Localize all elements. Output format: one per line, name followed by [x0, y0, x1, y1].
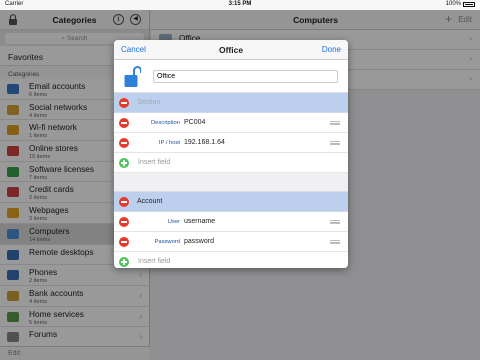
- delete-icon[interactable]: [119, 138, 129, 148]
- delete-icon[interactable]: [119, 98, 129, 108]
- insert-field-label: Insert field: [138, 159, 171, 166]
- delete-icon[interactable]: [119, 197, 129, 207]
- battery-icon: [463, 1, 475, 7]
- field-value[interactable]: 192.168.1.64: [184, 139, 225, 146]
- battery-status: 100%: [446, 1, 475, 7]
- entry-title-input[interactable]: [153, 70, 338, 83]
- add-field-icon[interactable]: [119, 158, 129, 168]
- field-row[interactable]: Description PC004: [114, 113, 348, 133]
- field-label: User: [167, 219, 180, 225]
- add-field-icon[interactable]: [119, 257, 129, 267]
- field-label: Description: [151, 120, 180, 126]
- reorder-handle-icon[interactable]: [330, 220, 340, 224]
- section-gap: [114, 173, 348, 192]
- reorder-handle-icon[interactable]: [330, 141, 340, 145]
- field-row[interactable]: IP / host 192.168.1.64: [114, 133, 348, 153]
- section-row[interactable]: Account: [114, 192, 348, 212]
- delete-icon[interactable]: [119, 217, 129, 227]
- done-button[interactable]: Done: [322, 45, 341, 54]
- field-value[interactable]: username: [184, 218, 215, 225]
- insert-field-row[interactable]: Insert field: [114, 153, 348, 173]
- battery-percent: 100%: [445, 1, 461, 7]
- unlock-icon[interactable]: [124, 65, 141, 88]
- field-label: Password: [154, 239, 180, 245]
- delete-icon[interactable]: [119, 118, 129, 128]
- reorder-handle-icon[interactable]: [330, 121, 340, 125]
- field-row[interactable]: User username: [114, 212, 348, 232]
- edit-entry-modal: Cancel Office Done Section Description P…: [114, 40, 348, 268]
- modal-title: Office: [218, 45, 244, 55]
- insert-field-row[interactable]: Insert field: [114, 252, 348, 268]
- section-placeholder: Section: [137, 99, 161, 106]
- delete-icon[interactable]: [119, 237, 129, 247]
- field-value[interactable]: PC004: [184, 119, 205, 126]
- section-label: Account: [137, 198, 163, 205]
- section-row[interactable]: Section: [114, 93, 348, 113]
- field-label: IP / host: [158, 140, 180, 146]
- insert-field-label: Insert field: [138, 258, 171, 265]
- status-bar: Carrier 3:15 PM 100%: [0, 0, 480, 10]
- clock: 3:15 PM: [228, 1, 252, 7]
- field-row[interactable]: Password password: [114, 232, 348, 252]
- field-value[interactable]: password: [184, 238, 214, 245]
- modal-header: Cancel Office Done: [114, 40, 348, 60]
- entry-title-row: [114, 60, 348, 93]
- reorder-handle-icon[interactable]: [330, 240, 340, 244]
